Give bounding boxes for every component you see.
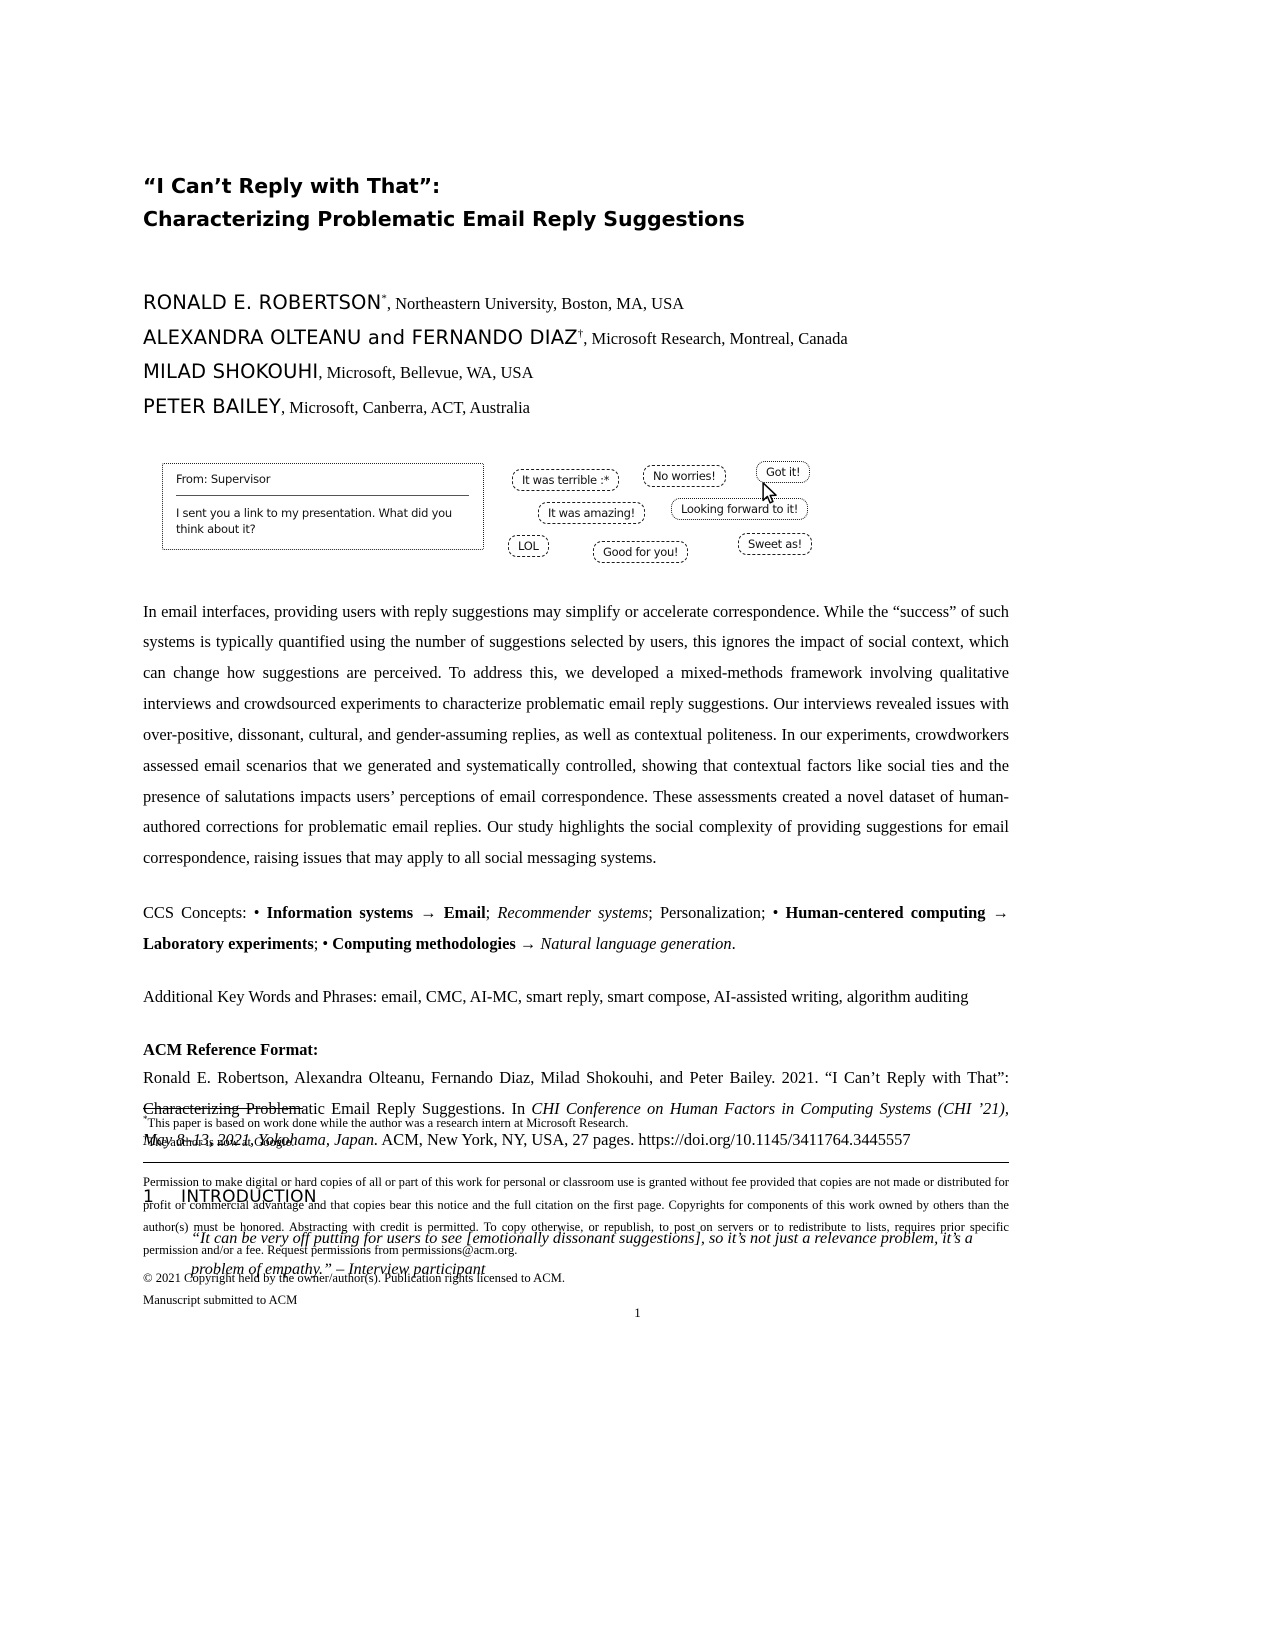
page-title: “I Can’t Reply with That”: Characterizin… [143, 170, 1009, 236]
email-preview-card: From: Supervisor I sent you a link to my… [162, 462, 484, 550]
author-entry: PETER BAILEY, Microsoft, Canberra, ACT, … [143, 390, 1009, 425]
reply-suggestion-chip[interactable]: It was terrible :* [512, 468, 620, 491]
ccs-concept-bold: Laboratory experiments [143, 933, 314, 953]
reference-format-heading: ACM Reference Format: [143, 1039, 319, 1059]
page-number: 1 [634, 1305, 641, 1320]
abstract-text: In email interfaces, providing users wit… [143, 601, 1009, 868]
author-entry: MILAD SHOKOUHI, Microsoft, Bellevue, WA,… [143, 355, 1009, 390]
ccs-prefix: CCS Concepts: [143, 903, 247, 923]
author-name: PETER BAILEY [143, 395, 282, 418]
author-entry: ALEXANDRA OLTEANU and FERNANDO DIAZ†, Mi… [143, 321, 1009, 356]
email-body-text: I sent you a link to my presentation. Wh… [176, 505, 452, 536]
email-from-label: From: Supervisor [176, 471, 271, 486]
ccs-concept-bold: Information systems [266, 903, 414, 923]
ccs-tail: ; Personalization; [648, 903, 766, 923]
ccs-arrow: → [519, 933, 537, 953]
author-affiliation: , Microsoft Research, Montreal, Canada [583, 328, 848, 348]
footnote-text: This paper is based on work done while t… [147, 1116, 629, 1130]
ccs-concept-bold: Computing methodologies [332, 933, 516, 953]
footnote-block: *This paper is based on work done while … [143, 1108, 1009, 1312]
permission-rule [143, 1162, 1009, 1164]
ccs-tail: . [731, 933, 736, 953]
ccs-concept-italic: Recommender systems [497, 903, 649, 923]
teaser-figure: From: Supervisor I sent you a link to my… [162, 455, 862, 567]
footnote-item: †The author is now at Google. [143, 1133, 1009, 1152]
footnote-item: *This paper is based on work done while … [143, 1114, 1009, 1133]
ccs-tail: ; [313, 933, 319, 953]
ccs-arrow: → [992, 903, 1009, 923]
reply-suggestion-chip[interactable]: Looking forward to it! [671, 497, 809, 520]
author-block: RONALD E. ROBERTSON*, Northeastern Unive… [143, 286, 1009, 424]
ccs-concept-bold: Email [443, 903, 486, 923]
ccs-concepts: CCS Concepts: • Information systems → Em… [143, 898, 1009, 960]
ccs-concept-italic: Natural language generation [540, 933, 732, 953]
reply-suggestion-chip[interactable]: Got it! [756, 460, 811, 483]
author-name: ALEXANDRA OLTEANU and FERNANDO DIAZ [143, 325, 578, 349]
ccs-concept-bold: Human-centered computing [785, 903, 986, 923]
permission-statement: Permission to make digital or hard copie… [143, 1175, 1009, 1257]
reply-suggestion-chip[interactable]: LOL [508, 534, 549, 557]
paper-page: “I Can’t Reply with That”: Characterizin… [0, 0, 1275, 1650]
author-name: MILAD SHOKOUHI [143, 360, 319, 384]
ccs-sep: ; [485, 903, 491, 923]
author-affiliation: , Northeastern University, Boston, MA, U… [386, 294, 685, 314]
reply-suggestion-group: It was terrible :* No worries! Got it! I… [498, 455, 858, 567]
reply-suggestion-chip[interactable]: Good for you! [593, 540, 689, 563]
title-line-2: Characterizing Problematic Email Reply S… [143, 207, 745, 232]
author-affiliation: , Microsoft, Canberra, ACT, Australia [281, 398, 531, 417]
keywords-text: Additional Key Words and Phrases: email,… [143, 986, 969, 1006]
title-line-1: “I Can’t Reply with That”: [143, 174, 441, 198]
reply-suggestion-chip[interactable]: It was amazing! [538, 501, 645, 524]
footnote-text: The author is now at Google. [147, 1135, 295, 1150]
reply-suggestion-chip[interactable]: No worries! [643, 464, 726, 487]
author-affiliation: , Microsoft, Bellevue, WA, USA [318, 363, 534, 383]
ccs-bullet: • [322, 933, 329, 953]
ccs-arrow: → [420, 903, 437, 923]
footnote-rule [143, 1108, 303, 1109]
ccs-bullet: • [253, 903, 260, 923]
ccs-bullet: • [772, 903, 779, 923]
reply-suggestion-chip[interactable]: Sweet as! [738, 532, 812, 555]
email-divider [176, 494, 469, 496]
copyright-line: © 2021 Copyright held by the owner/autho… [143, 1270, 565, 1285]
author-entry: RONALD E. ROBERTSON*, Northeastern Unive… [143, 286, 1009, 321]
author-name: RONALD E. ROBERTSON [143, 291, 382, 315]
